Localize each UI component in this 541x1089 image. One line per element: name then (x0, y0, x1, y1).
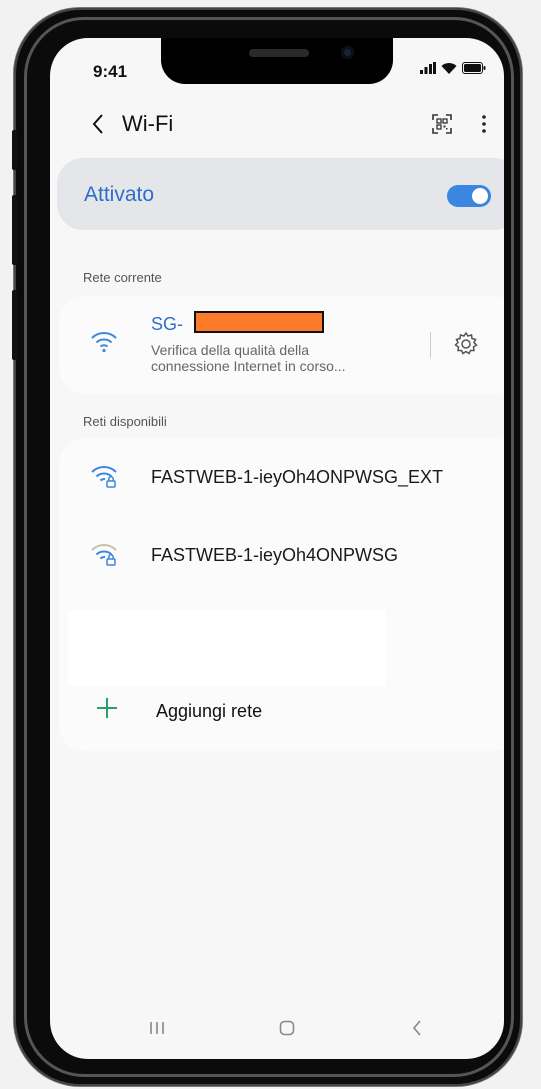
more-vertical-icon (482, 115, 486, 133)
qr-code-button[interactable] (430, 112, 454, 136)
home-button[interactable] (272, 1013, 302, 1043)
network-settings-button[interactable] (452, 330, 480, 358)
side-button (12, 195, 17, 265)
switch-knob (472, 188, 488, 204)
status-line-1: Verifica della qualità della (151, 342, 309, 358)
home-icon (279, 1020, 295, 1036)
speaker (249, 49, 309, 57)
status-line-2: connessione Internet in corso... (151, 358, 346, 374)
network-list-item[interactable]: FASTWEB-1-ieyOh4ONPWSG_EXT (59, 450, 504, 504)
section-header-available: Reti disponibili (83, 414, 167, 429)
page-title: Wi-Fi (122, 111, 174, 136)
current-network-status: Verifica della qualità della connessione… (151, 342, 346, 374)
wifi-toggle-row[interactable]: Attivato (57, 158, 504, 230)
qr-code-scan-icon (432, 114, 452, 134)
chevron-left-icon (92, 114, 103, 134)
network-list-item[interactable]: FASTWEB-1-ieyOh4ONPWSG (59, 528, 504, 582)
recent-apps-icon (150, 1022, 164, 1034)
current-network-name: SG- (151, 314, 184, 334)
app-bar: Wi-Fi (50, 104, 504, 144)
more-options-button[interactable] (474, 110, 494, 138)
section-header-current: Rete corrente (83, 270, 162, 285)
status-icons (420, 62, 486, 74)
back-icon (412, 1020, 421, 1036)
add-network-label: Aggiungi rete (156, 701, 263, 721)
side-button (12, 290, 17, 360)
network-name: FASTWEB-1-ieyOh4ONPWSG (151, 545, 399, 565)
side-button (12, 130, 17, 170)
back-button[interactable] (86, 110, 110, 138)
notch (161, 38, 393, 84)
gear-icon (454, 331, 478, 355)
front-camera (341, 46, 354, 59)
network-name: FASTWEB-1-ieyOh4ONPWSG_EXT (151, 467, 444, 487)
navigation-bar (50, 1013, 504, 1043)
status-time: 9:41 (93, 62, 128, 81)
battery-icon (462, 62, 486, 74)
wifi-signal-icon (91, 332, 117, 353)
wifi-switch[interactable] (447, 185, 491, 207)
cellular-signal-icon (420, 62, 436, 74)
wifi-status-icon (441, 63, 457, 74)
wifi-locked-icon (91, 466, 117, 488)
phone-screen: 9:41 Wi-Fi Attivato Rete corrente SG- Ve… (50, 38, 504, 1059)
plus-icon (97, 698, 117, 718)
redaction-box (194, 311, 324, 333)
vertical-divider (430, 332, 431, 358)
nav-back-button[interactable] (402, 1013, 432, 1043)
blank-area (68, 610, 386, 686)
recent-apps-button[interactable] (142, 1013, 172, 1043)
add-network-button[interactable]: Aggiungi rete (94, 693, 424, 731)
wifi-locked-weak-icon (91, 544, 117, 566)
wifi-toggle-label: Attivato (84, 183, 155, 206)
